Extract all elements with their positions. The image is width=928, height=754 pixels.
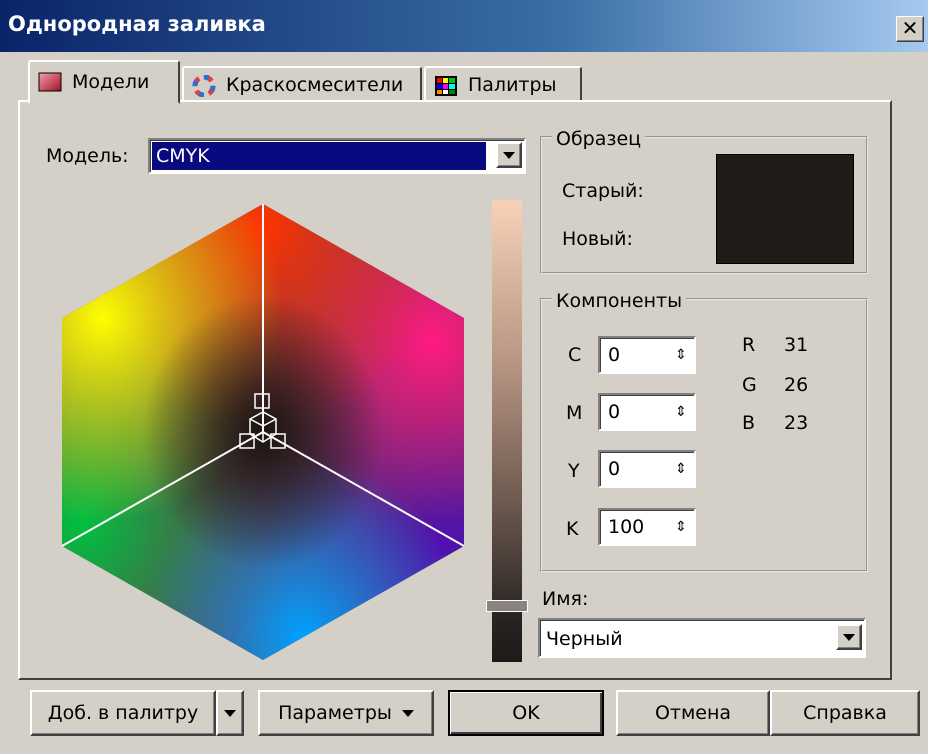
old-label: Старый: <box>562 180 644 202</box>
g-label: G <box>742 374 757 396</box>
b-label: B <box>742 412 756 434</box>
tab-palettes[interactable]: Палитры <box>424 66 582 102</box>
name-value: Черный <box>546 628 623 650</box>
c-value: 0 <box>608 344 621 366</box>
y-value: 0 <box>608 458 621 480</box>
cancel-label: Отмена <box>654 702 732 724</box>
close-button[interactable]: ✕ <box>896 16 924 42</box>
chevron-down-icon <box>224 709 236 717</box>
components-group <box>540 298 868 572</box>
sample-title: Образец <box>552 128 646 150</box>
ok-button[interactable]: OK <box>448 690 604 736</box>
chevron-down-icon[interactable] <box>836 624 862 650</box>
m-field[interactable]: 0 ⇕ <box>598 393 696 431</box>
help-label: Справка <box>803 702 887 724</box>
m-label: M <box>566 402 583 424</box>
model-value: CMYK <box>152 142 486 170</box>
add-to-palette-button[interactable]: Доб. в палитру <box>30 690 216 736</box>
ok-label: OK <box>512 702 540 724</box>
chevron-down-icon[interactable] <box>496 142 522 168</box>
name-label: Имя: <box>542 588 589 610</box>
k-field[interactable]: 100 ⇕ <box>598 508 696 546</box>
lightness-slider[interactable] <box>492 200 522 662</box>
slider-handle[interactable] <box>486 600 528 612</box>
tab-models[interactable]: Модели <box>28 60 180 104</box>
help-button[interactable]: Справка <box>770 690 920 736</box>
add-to-palette-dropdown[interactable] <box>216 690 244 736</box>
window-title: Однородная заливка <box>8 12 266 36</box>
k-value: 100 <box>608 516 645 538</box>
c-field[interactable]: 0 ⇕ <box>598 336 696 374</box>
chevron-down-icon <box>401 709 414 717</box>
components-title: Компоненты <box>552 290 687 312</box>
spinner-icon[interactable]: ⇕ <box>672 456 690 482</box>
tab-models-label: Модели <box>72 71 150 93</box>
spinner-icon[interactable]: ⇕ <box>672 399 690 425</box>
model-label: Модель: <box>46 145 129 167</box>
tab-mixers[interactable]: Краскосмесители <box>182 66 422 102</box>
k-label: K <box>566 518 579 540</box>
parameters-button[interactable]: Параметры <box>258 690 434 736</box>
r-value: 31 <box>784 334 809 356</box>
y-label: Y <box>568 460 580 482</box>
color-square-icon <box>38 72 62 92</box>
c-label: C <box>568 344 582 366</box>
color-wheel-icon <box>192 74 216 98</box>
tab-mixers-label: Краскосмесители <box>226 74 404 96</box>
y-field[interactable]: 0 ⇕ <box>598 450 696 488</box>
color-hexagon[interactable] <box>61 204 465 660</box>
tab-palettes-label: Палитры <box>468 74 557 96</box>
add-to-palette-label: Доб. в палитру <box>47 702 199 724</box>
parameters-label: Параметры <box>278 702 392 724</box>
b-value: 23 <box>784 412 809 434</box>
r-label: R <box>742 334 756 356</box>
cancel-button[interactable]: Отмена <box>616 690 770 736</box>
name-dropdown[interactable]: Черный <box>538 618 866 658</box>
palette-grid-icon <box>434 75 458 96</box>
new-label: Новый: <box>562 228 633 250</box>
g-value: 26 <box>784 374 809 396</box>
model-dropdown[interactable]: CMYK <box>148 138 526 174</box>
m-value: 0 <box>608 401 621 423</box>
spinner-icon[interactable]: ⇕ <box>672 514 690 540</box>
color-swatch <box>716 154 854 264</box>
spinner-icon[interactable]: ⇕ <box>672 342 690 368</box>
